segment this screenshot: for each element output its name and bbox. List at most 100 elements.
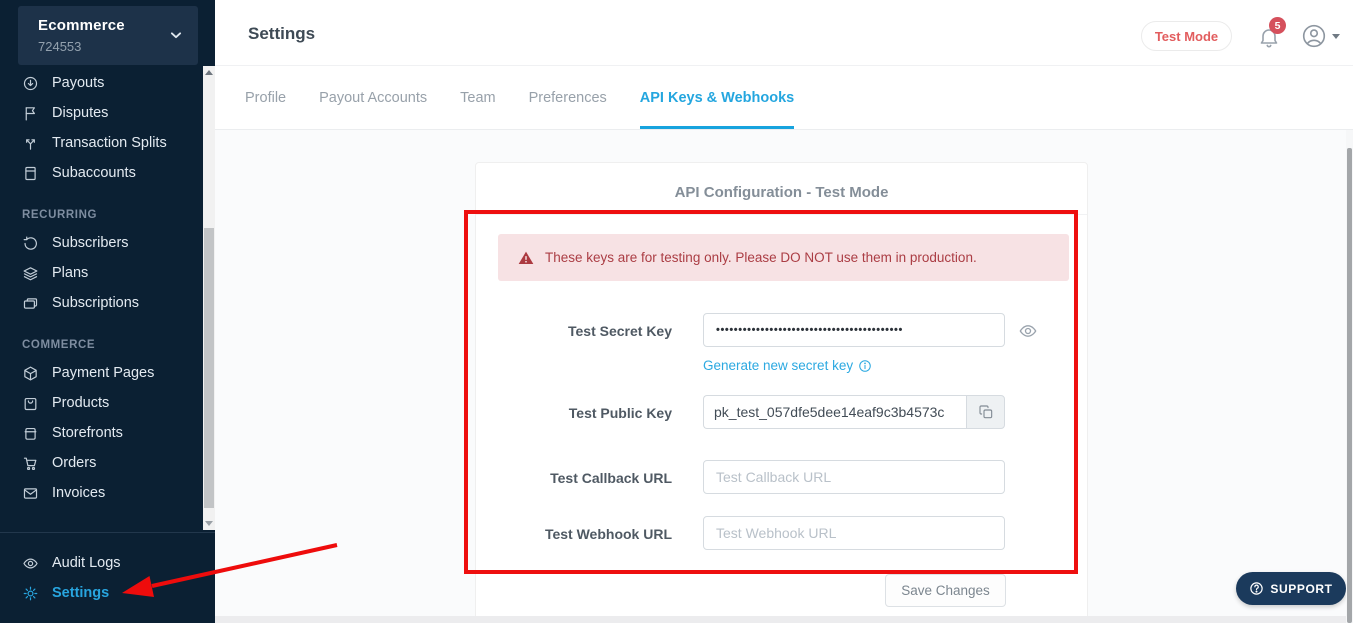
sidebar-item-transaction-splits[interactable]: Transaction Splits <box>0 128 215 158</box>
account-menu[interactable] <box>1301 23 1340 49</box>
public-key-label: Test Public Key <box>476 405 672 421</box>
test-keys-warning-banner: These keys are for testing only. Please … <box>498 234 1069 281</box>
sidebar-item-invoices[interactable]: Invoices <box>0 478 215 508</box>
webhook-url-label: Test Webhook URL <box>476 526 672 542</box>
app-screen: Ecommerce 724553 Payouts Disputes Transact… <box>0 0 1353 623</box>
sidebar-scrollbar-thumb[interactable] <box>204 228 214 508</box>
public-key-input[interactable] <box>703 395 966 429</box>
page-title: Settings <box>248 24 315 44</box>
sidebar-scrollbar[interactable] <box>203 66 215 530</box>
sidebar-item-subaccounts[interactable]: Subaccounts <box>0 158 215 188</box>
tab-team[interactable]: Team <box>460 66 495 129</box>
subscribers-icon <box>22 235 39 252</box>
sidebar-item-products[interactable]: Products <box>0 388 215 418</box>
orders-icon <box>22 455 39 472</box>
sidebar-item-label: Orders <box>52 455 96 471</box>
sidebar-item-label: Payment Pages <box>52 365 154 381</box>
page-scrollbar-thumb[interactable] <box>1347 148 1352 623</box>
secret-key-input[interactable] <box>703 313 1005 347</box>
sidebar-item-audit-logs[interactable]: Audit Logs <box>0 548 200 578</box>
settings-tabs: Profile Payout Accounts Team Preferences API… <box>215 66 1353 130</box>
support-button[interactable]: SUPPORT <box>1236 572 1346 605</box>
warning-triangle-icon <box>518 250 534 266</box>
test-mode-label: Test Mode <box>1155 29 1218 44</box>
sidebar-item-payment-pages[interactable]: Payment Pages <box>0 358 215 388</box>
caret-down-icon <box>1332 34 1340 39</box>
sidebar: Ecommerce 724553 Payouts Disputes Transact… <box>0 0 215 623</box>
sidebar-item-subscribers[interactable]: Subscribers <box>0 228 215 258</box>
sidebar-section-recurring: RECURRING <box>0 202 215 228</box>
business-name: Ecommerce <box>38 17 125 34</box>
sidebar-item-disputes[interactable]: Disputes <box>0 98 215 128</box>
tab-profile[interactable]: Profile <box>245 66 286 129</box>
top-bar: Settings Test Mode 5 <box>215 0 1353 66</box>
test-mode-toggle[interactable]: Test Mode <box>1141 21 1232 51</box>
public-key-group <box>703 395 1005 429</box>
invoices-icon <box>22 485 39 502</box>
business-id: 724553 <box>38 39 81 54</box>
payouts-icon <box>22 75 39 92</box>
sidebar-item-storefronts[interactable]: Storefronts <box>0 418 215 448</box>
callback-url-input[interactable] <box>703 460 1005 494</box>
sidebar-item-settings[interactable]: Settings <box>0 578 200 608</box>
subaccounts-icon <box>22 165 39 182</box>
sidebar-item-label: Settings <box>52 585 109 601</box>
info-icon <box>858 359 872 373</box>
sidebar-item-plans[interactable]: Plans <box>0 258 215 288</box>
sidebar-item-subscriptions[interactable]: Subscriptions <box>0 288 215 318</box>
sidebar-item-label: Storefronts <box>52 425 123 441</box>
sidebar-item-label: Transaction Splits <box>52 135 167 151</box>
support-label: SUPPORT <box>1270 582 1332 596</box>
avatar-icon <box>1301 23 1327 49</box>
payment-pages-icon <box>22 365 39 382</box>
api-configuration-card: API Configuration - Test Mode These keys… <box>475 162 1088 617</box>
sidebar-item-label: Disputes <box>52 105 108 121</box>
callback-url-label: Test Callback URL <box>476 470 672 486</box>
sidebar-item-label: Plans <box>52 265 88 281</box>
sidebar-footer: Audit Logs Settings <box>0 548 200 608</box>
save-changes-label: Save Changes <box>901 583 990 598</box>
plans-icon <box>22 265 39 282</box>
page-scrollbar[interactable] <box>1346 130 1353 623</box>
subscriptions-icon <box>22 295 39 312</box>
storefronts-icon <box>22 425 39 442</box>
copy-icon <box>978 404 994 420</box>
generate-secret-key-label: Generate new secret key <box>703 358 853 373</box>
tab-payout-accounts[interactable]: Payout Accounts <box>319 66 427 129</box>
tab-api-keys-webhooks[interactable]: API Keys & Webhooks <box>640 66 794 129</box>
sidebar-item-label: Subaccounts <box>52 165 136 181</box>
sidebar-item-label: Subscriptions <box>52 295 139 311</box>
disputes-icon <box>22 105 39 122</box>
tab-preferences[interactable]: Preferences <box>529 66 607 129</box>
sidebar-divider <box>0 532 215 533</box>
card-title: API Configuration - Test Mode <box>476 184 1087 201</box>
scroll-up-arrow-icon[interactable] <box>203 66 215 79</box>
sidebar-item-label: Audit Logs <box>52 555 121 571</box>
eye-icon[interactable] <box>1018 321 1038 341</box>
scroll-down-arrow-icon[interactable] <box>203 517 215 530</box>
sidebar-section-commerce: COMMERCE <box>0 332 215 358</box>
warning-text: These keys are for testing only. Please … <box>545 250 977 265</box>
webhook-url-input[interactable] <box>703 516 1005 550</box>
notification-badge: 5 <box>1269 17 1286 34</box>
audit-logs-icon <box>22 555 39 572</box>
settings-icon <box>22 585 39 602</box>
chevron-down-icon <box>166 25 186 45</box>
card-divider <box>476 214 1087 215</box>
question-circle-icon <box>1249 581 1264 596</box>
transaction-splits-icon <box>22 135 39 152</box>
sidebar-item-label: Invoices <box>52 485 105 501</box>
sidebar-item-label: Payouts <box>52 75 104 91</box>
save-changes-button[interactable]: Save Changes <box>885 574 1006 607</box>
generate-secret-key-link[interactable]: Generate new secret key <box>703 358 872 373</box>
secret-key-label: Test Secret Key <box>476 323 672 339</box>
notifications-button[interactable]: 5 <box>1257 24 1281 50</box>
sidebar-item-orders[interactable]: Orders <box>0 448 215 478</box>
business-switcher[interactable]: Ecommerce 724553 <box>18 6 198 65</box>
sidebar-item-label: Products <box>52 395 109 411</box>
products-icon <box>22 395 39 412</box>
sidebar-item-payouts[interactable]: Payouts <box>0 68 215 98</box>
sidebar-scroll-area: Payouts Disputes Transaction Splits Subacco… <box>0 66 215 530</box>
sidebar-item-label: Subscribers <box>52 235 129 251</box>
copy-button[interactable] <box>966 395 1005 429</box>
